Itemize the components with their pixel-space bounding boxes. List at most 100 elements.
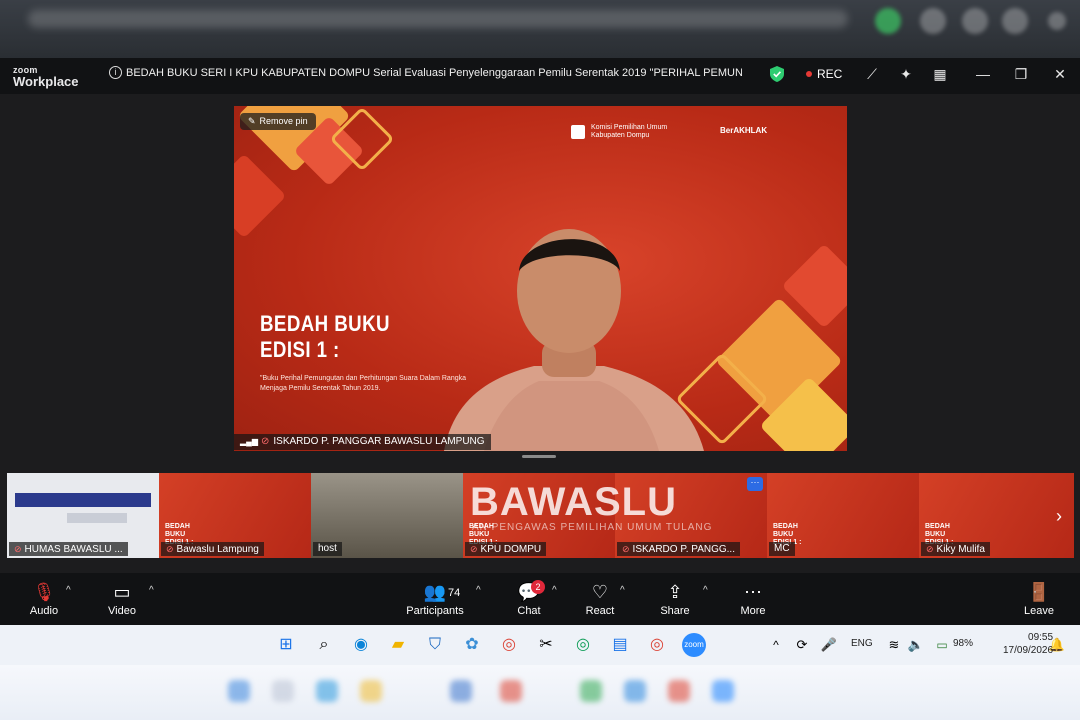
magic-wand-icon[interactable]: ⟋ bbox=[862, 64, 882, 84]
share-screen-icon: ⇪ bbox=[667, 582, 683, 602]
tile-label: ⊘ HUMAS BAWASLU ... bbox=[9, 542, 128, 556]
share-button[interactable]: ⇪ Share bbox=[658, 581, 692, 617]
chrome-profile-icon[interactable]: ◎ bbox=[571, 633, 595, 657]
muted-mic-icon: ⊘ bbox=[926, 544, 934, 554]
audio-button[interactable]: 🎙 Audio bbox=[28, 581, 60, 617]
more-options-icon[interactable]: ··· bbox=[747, 477, 763, 491]
restore-icon[interactable]: ❐ bbox=[1011, 64, 1031, 84]
recording-indicator[interactable]: REC bbox=[806, 67, 842, 81]
zoom-app-icon[interactable]: zoom bbox=[682, 633, 706, 657]
resize-handle[interactable] bbox=[522, 455, 556, 458]
participants-count: 74 bbox=[448, 587, 461, 599]
video-label: Video bbox=[108, 605, 136, 617]
clock-date: 17/09/2026 bbox=[1003, 645, 1054, 656]
speaker-video bbox=[444, 229, 704, 451]
remove-pin-button[interactable]: ✎ Remove pin bbox=[240, 113, 316, 130]
heart-icon: ♡ bbox=[591, 582, 609, 602]
more-button[interactable]: ⋯ More bbox=[736, 581, 770, 617]
language-indicator[interactable]: ENG bbox=[851, 638, 873, 649]
clock[interactable]: 09:55 17/09/2026 bbox=[1003, 631, 1053, 657]
notepad-icon[interactable]: ▤ bbox=[608, 633, 632, 657]
tile-label: ⊘ Bawaslu Lampung bbox=[161, 542, 264, 556]
blurred-icon bbox=[316, 680, 338, 702]
pinned-video[interactable]: Komisi Pemilihan Umum Kabupaten Dompu Be… bbox=[234, 106, 847, 451]
kpu-emblem-icon bbox=[571, 125, 585, 139]
zoom-workplace-logo: zoom Workplace bbox=[13, 65, 79, 89]
speaker-name: ISKARDO P. PANGGAR BAWASLU LAMPUNG bbox=[273, 436, 485, 447]
brand-bottom: Workplace bbox=[13, 74, 79, 89]
gallery-tile[interactable]: BEDAH BUKU EDISI 1 : MC bbox=[767, 473, 919, 558]
security-shield-icon[interactable]: ⛉ bbox=[423, 633, 447, 657]
audio-label: Audio bbox=[29, 605, 59, 617]
wifi-icon[interactable]: ≋ bbox=[882, 633, 906, 657]
search-icon[interactable]: ⌕ bbox=[312, 633, 336, 657]
chevron-up-icon[interactable]: ^ bbox=[552, 585, 557, 596]
kpu-logo-text: Komisi Pemilihan Umum Kabupaten Dompu bbox=[590, 124, 668, 139]
chrome-icon[interactable]: ◎ bbox=[497, 633, 521, 657]
capcut-icon[interactable]: ✂ bbox=[534, 633, 558, 657]
file-explorer-icon[interactable]: ▰ bbox=[386, 633, 410, 657]
windows-start-icon[interactable]: ⊞ bbox=[274, 633, 298, 657]
sync-icon[interactable]: ⟳ bbox=[790, 633, 814, 657]
chat-label: Chat bbox=[517, 605, 541, 617]
bawaslu-watermark-sub: AN PENGAWAS PEMILIHAN UMUM TULANG bbox=[472, 522, 713, 533]
battery-percent: 98% bbox=[953, 638, 974, 649]
chrome-profile-icon[interactable]: ◎ bbox=[645, 633, 669, 657]
minimize-icon[interactable]: — bbox=[973, 64, 993, 84]
muted-mic-icon: ⊘ bbox=[470, 544, 478, 554]
paint-icon[interactable]: ✿ bbox=[460, 633, 484, 657]
slide-title-line2: EDISI 1 : bbox=[260, 337, 340, 362]
slide-title: BEDAH BUKU EDISI 1 : bbox=[260, 311, 390, 363]
leave-label: Leave bbox=[1024, 605, 1054, 617]
chevron-up-icon[interactable]: ^ bbox=[703, 585, 708, 596]
chevron-up-icon[interactable]: ^ bbox=[149, 585, 154, 596]
chevron-right-icon[interactable]: › bbox=[1056, 506, 1062, 527]
tile-name: MC bbox=[774, 543, 790, 554]
gallery-tile[interactable]: host bbox=[311, 473, 463, 558]
info-icon[interactable]: i bbox=[109, 66, 122, 79]
tile-name: host bbox=[318, 543, 337, 554]
chevron-up-icon[interactable]: ^ bbox=[476, 585, 481, 596]
blurred-dock bbox=[0, 665, 1080, 720]
signal-icon: ▂▄▆ bbox=[240, 437, 258, 446]
video-button[interactable]: ▭ Video bbox=[104, 581, 140, 617]
gallery-tile[interactable]: BEDAH BUKU EDISI 1 : ⊘Kiky Mulifa bbox=[919, 473, 1074, 558]
chevron-up-icon[interactable]: ^ bbox=[764, 633, 788, 657]
muted-mic-icon: ⊘ bbox=[260, 436, 270, 447]
muted-mic-icon: ⊘ bbox=[166, 544, 174, 554]
zoom-title-bar: zoom Workplace i BEDAH BUKU SERI I KPU K… bbox=[0, 58, 1080, 94]
blurred-icon bbox=[920, 8, 946, 34]
blurred-icon bbox=[272, 680, 294, 702]
pin-icon: ✎ bbox=[248, 116, 256, 126]
leave-button[interactable]: 🚪 Leave bbox=[1022, 581, 1056, 617]
blurred-icon bbox=[500, 680, 522, 702]
blurred-icon bbox=[712, 680, 734, 702]
chevron-up-icon[interactable]: ^ bbox=[620, 585, 625, 596]
blurred-icon bbox=[450, 680, 472, 702]
speaker-name-label: ▂▄▆ ⊘ ISKARDO P. PANGGAR BAWASLU LAMPUNG bbox=[234, 434, 491, 450]
react-button[interactable]: ♡ React bbox=[582, 581, 618, 617]
volume-icon[interactable]: 🔈 bbox=[904, 633, 928, 657]
shield-icon[interactable] bbox=[770, 66, 784, 82]
gallery-tile[interactable]: ⊘ HUMAS BAWASLU ... bbox=[7, 473, 159, 558]
berakhlak-logo: BerAKHLAK bbox=[720, 126, 768, 135]
blurred-tab-strip bbox=[28, 10, 848, 28]
blurred-icon bbox=[1048, 12, 1066, 30]
more-icon: ⋯ bbox=[744, 582, 762, 602]
microphone-icon[interactable]: 🎤 bbox=[817, 633, 841, 657]
edge-browser-icon[interactable]: ◉ bbox=[349, 633, 373, 657]
sparkle-icon[interactable]: ✦ bbox=[896, 64, 916, 84]
close-icon[interactable]: ✕ bbox=[1050, 64, 1070, 84]
bawaslu-watermark: BAWASLU bbox=[470, 480, 677, 524]
grid-view-icon[interactable]: ▦ bbox=[930, 64, 950, 84]
meeting-title: BEDAH BUKU SERI I KPU KABUPATEN DOMPU Se… bbox=[126, 67, 742, 79]
gallery-tile[interactable]: BEDAH BUKU EDISI 1 : ⊘Bawaslu Lampung bbox=[159, 473, 311, 558]
tile-label: ⊘ Kiky Mulifa bbox=[921, 542, 990, 556]
blurred-icon bbox=[624, 680, 646, 702]
video-camera-icon: ▭ bbox=[113, 582, 131, 602]
tile-label: MC bbox=[769, 542, 795, 556]
tile-name: Bawaslu Lampung bbox=[176, 544, 259, 555]
battery-icon[interactable]: ▭ bbox=[930, 633, 954, 657]
chevron-up-icon[interactable]: ^ bbox=[66, 585, 71, 596]
participants-label: Participants bbox=[406, 605, 464, 617]
